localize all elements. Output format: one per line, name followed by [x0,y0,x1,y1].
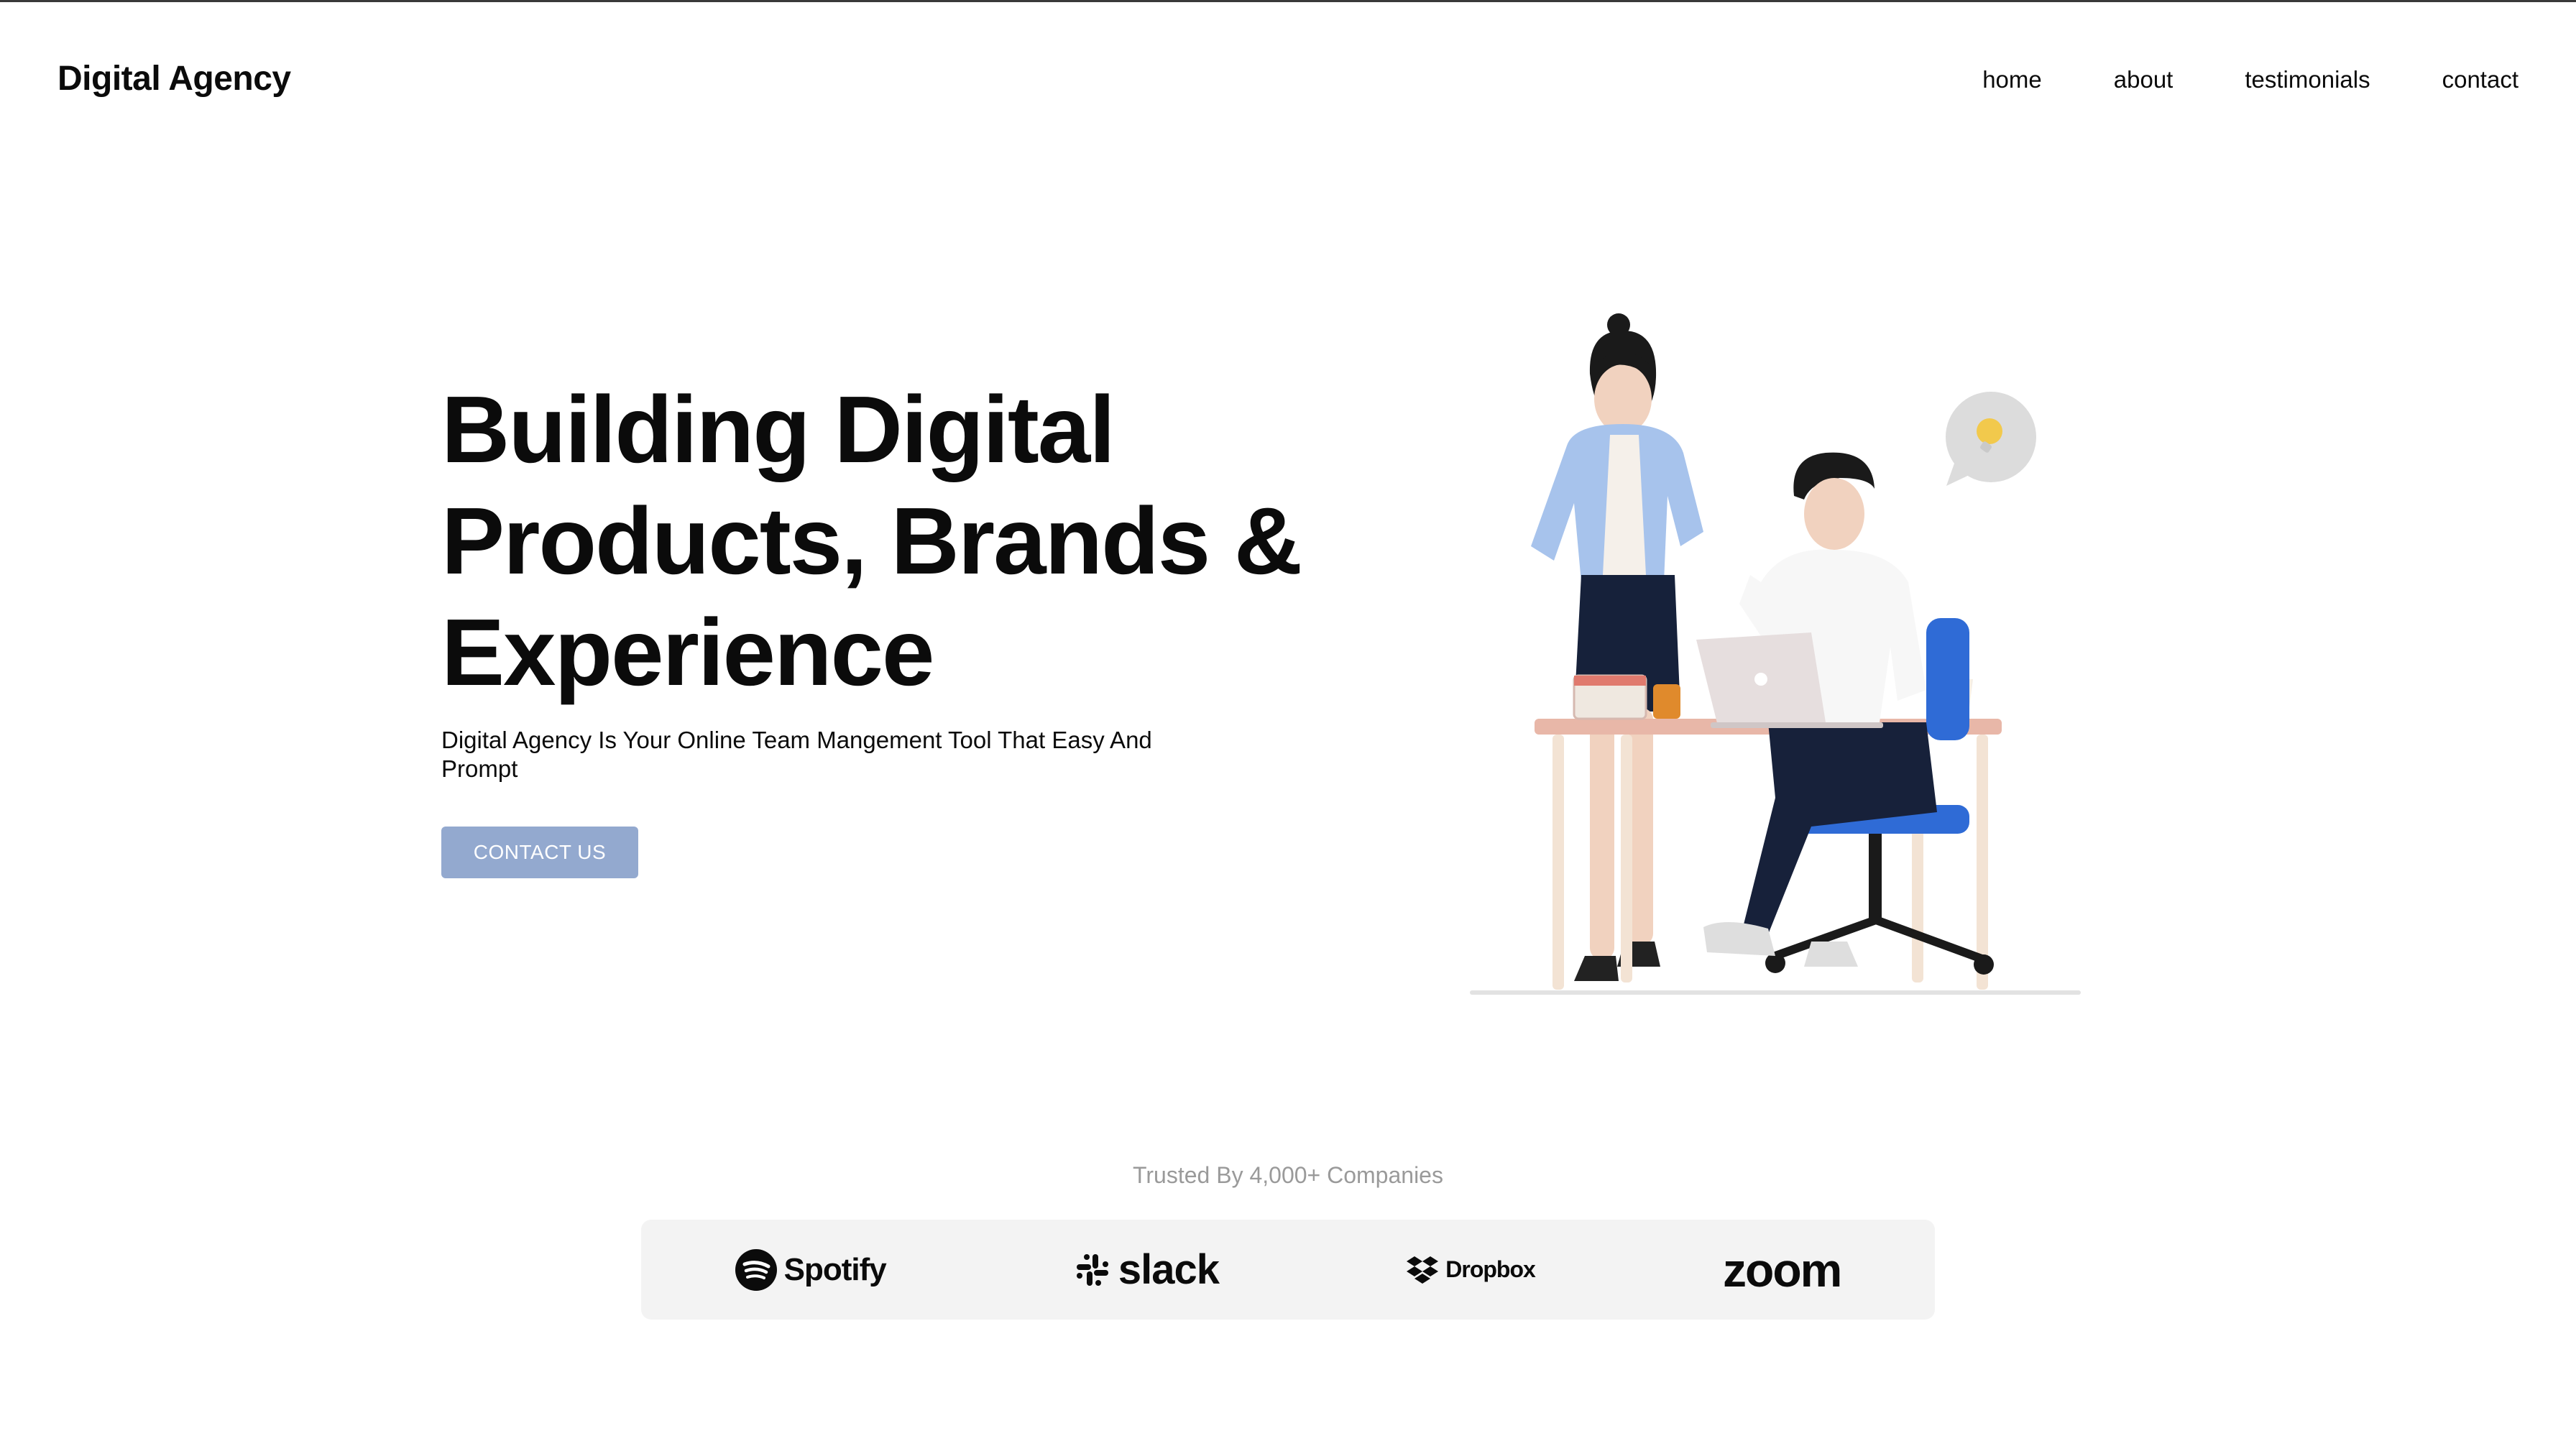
trusted-heading: Trusted By 4,000+ Companies [1133,1162,1443,1188]
contact-us-button[interactable]: CONTACT US [441,827,638,878]
office-team-illustration [1470,313,2081,995]
dropbox-logo: Dropbox [1407,1255,1536,1285]
spotify-icon [735,1248,777,1291]
hero-title-line: Building Digital [441,377,1116,482]
zoom-name: zoom [1723,1243,1842,1297]
nav-about[interactable]: about [2114,66,2174,93]
main-nav: home about testimonials contact [1982,66,2518,93]
zoom-logo: zoom [1723,1243,1842,1297]
dropbox-icon [1407,1256,1439,1284]
top-border [0,0,2576,2]
logo-strip: Spotify slack Dropbox zoom [641,1220,1935,1320]
spotify-name: Spotify [783,1251,887,1287]
dropbox-name: Dropbox [1445,1256,1536,1282]
nav-contact[interactable]: contact [2442,66,2518,93]
slack-logo: slack [1074,1246,1220,1294]
spotify-logo: Spotify [735,1248,887,1291]
brand-logo[interactable]: Digital Agency [58,59,291,98]
hero-title: Building Digital Products, Brands & Expe… [441,374,1376,708]
hero-title-line: Products, Brands & [441,488,1302,594]
hero-title-line: Experience [441,599,934,705]
nav-testimonials[interactable]: testimonials [2245,66,2370,93]
slack-name: slack [1118,1246,1220,1293]
hero-subtitle: Digital Agency Is Your Online Team Mange… [441,727,1152,782]
slack-icon [1076,1253,1108,1286]
nav-home[interactable]: home [1982,66,2042,93]
